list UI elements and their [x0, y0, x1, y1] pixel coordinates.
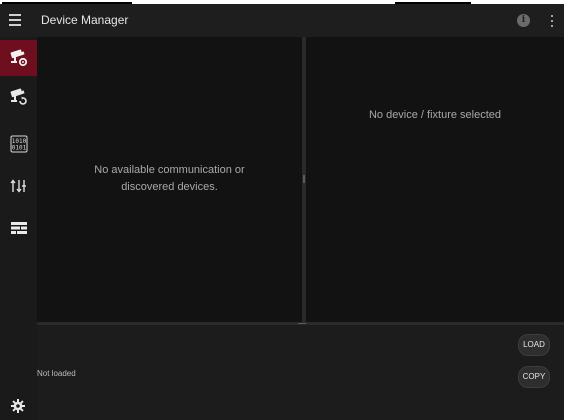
app-title: Device Manager — [41, 13, 129, 27]
load-status-text: Not loaded — [37, 369, 76, 378]
sort-arrows-icon — [10, 179, 26, 193]
camera-refresh-icon — [10, 88, 27, 105]
sidebar: 1010 0101 — [0, 37, 37, 420]
svg-text:0101: 0101 — [12, 145, 27, 152]
sidebar-item-binary-data[interactable]: 1010 0101 — [0, 126, 37, 162]
copy-button[interactable]: COPY — [518, 366, 550, 388]
main-content: No available communication or discovered… — [37, 37, 564, 322]
settings-gear-icon — [11, 399, 25, 413]
sidebar-item-sort-order[interactable] — [0, 168, 37, 204]
empty-devices-line-2: discovered devices. — [121, 181, 218, 193]
splitter-grip[interactable] — [298, 323, 306, 324]
load-button[interactable]: LOAD — [518, 334, 550, 356]
sidebar-item-table-view[interactable] — [0, 210, 37, 246]
binary-icon: 1010 0101 — [10, 135, 28, 153]
app-bar: Device Manager i — [0, 4, 564, 37]
table-rows-icon — [11, 222, 27, 234]
sidebar-item-device-discovery[interactable] — [0, 79, 37, 115]
no-selection-message: No device / fixture selected — [368, 109, 502, 121]
device-detail-panel: No device / fixture selected — [306, 37, 564, 322]
sidebar-item-device-settings[interactable] — [0, 40, 37, 76]
camera-gear-icon — [10, 49, 28, 67]
empty-devices-message: No available communication or discovered… — [37, 162, 302, 196]
gear-icon[interactable] — [10, 398, 26, 414]
empty-devices-line-1: No available communication or — [94, 164, 245, 176]
info-icon[interactable]: i — [517, 14, 530, 27]
splitter-grip[interactable] — [303, 175, 305, 183]
app-window: Device Manager i 1010 0101 No available … — [0, 0, 564, 420]
hamburger-menu-icon[interactable] — [8, 11, 24, 29]
bottom-panel: Not loaded LOAD COPY — [37, 325, 564, 420]
more-vert-icon[interactable] — [549, 13, 555, 29]
device-list-panel: No available communication or discovered… — [37, 37, 302, 322]
